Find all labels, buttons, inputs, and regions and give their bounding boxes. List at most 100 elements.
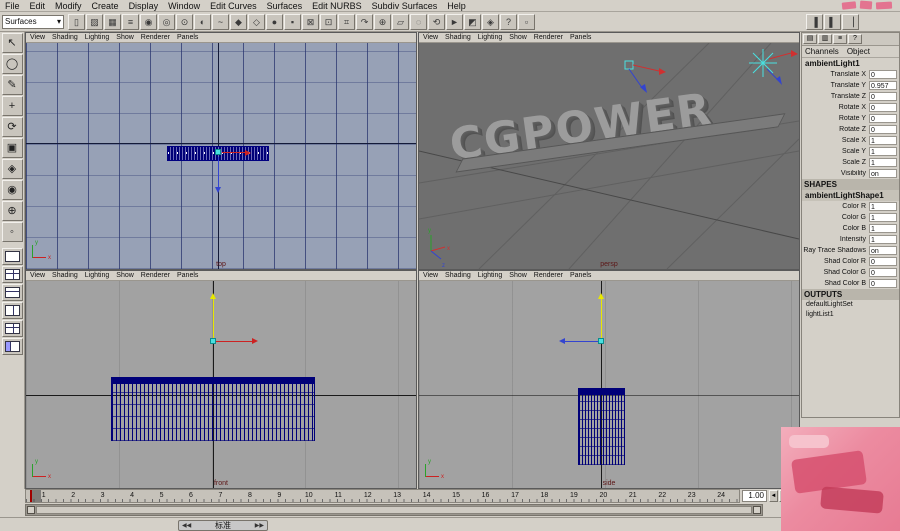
channel-value-field[interactable]: 1 <box>869 147 897 156</box>
viewport-menu-item[interactable]: Renderer <box>141 33 170 43</box>
output-node[interactable]: lightList1 <box>802 310 899 320</box>
menu-item[interactable]: Window <box>163 0 205 12</box>
save-scene-icon[interactable]: ▦ <box>104 13 121 30</box>
viewport-front-canvas[interactable]: x y front <box>26 281 416 488</box>
channel-row[interactable]: Rotate X 0 <box>802 102 899 113</box>
viewport-menu-item[interactable]: View <box>30 271 45 281</box>
menu-item[interactable]: Edit <box>25 0 51 12</box>
manip-x-arrow[interactable] <box>222 152 245 153</box>
channel-label[interactable]: Rotate Z <box>802 126 869 133</box>
manip-z-arrow[interactable] <box>218 157 219 187</box>
mask-surfaces-icon[interactable]: ◆ <box>230 13 247 30</box>
viewport-menu-item[interactable]: Panels <box>570 271 591 281</box>
channel-value-field[interactable]: 0 <box>869 125 897 134</box>
channel-value-field[interactable]: 0.957 <box>869 81 897 90</box>
channel-value-field[interactable]: 1 <box>869 158 897 167</box>
object-menu[interactable]: Object <box>847 47 870 56</box>
construction-history-icon[interactable]: ⟲ <box>428 13 445 30</box>
select-tool[interactable]: ↖ <box>1 33 23 53</box>
player-quality-label[interactable]: 标准 <box>215 521 231 531</box>
video-player-overlay[interactable]: ◀◀ 标准 ▶▶ <box>178 520 268 531</box>
select-hierarchy-icon[interactable]: ≡ <box>122 13 139 30</box>
viewport-menu-item[interactable]: Shading <box>445 271 471 281</box>
time-slider[interactable]: 1 2 3 4 5 6 7 8 9 10 11 12 13 14 15 16 17 18 19 20 21 22 23 24 <box>25 489 740 503</box>
toggle-channel-box-icon[interactable]: ▕ <box>842 14 859 30</box>
channel-value-field[interactable]: 0 <box>869 279 897 288</box>
channel-label[interactable]: Color G <box>802 214 869 221</box>
channel-label[interactable]: Scale Y <box>802 148 869 155</box>
channel-label[interactable]: Scale X <box>802 137 869 144</box>
channel-label[interactable]: Scale Z <box>802 159 869 166</box>
channel-box-tab-icon[interactable]: ▤ <box>803 34 817 44</box>
channel-options-icon[interactable]: ? <box>848 34 862 44</box>
viewport-menu-item[interactable]: View <box>30 33 45 43</box>
viewport-menu-item[interactable]: Shading <box>445 33 471 43</box>
channel-row[interactable]: Ray Trace Shadows on <box>802 245 899 256</box>
channel-value-field[interactable]: 1 <box>869 235 897 244</box>
channel-value-field[interactable]: 0 <box>869 70 897 79</box>
range-start-handle[interactable] <box>27 506 35 514</box>
channels-menu[interactable]: Channels <box>805 47 839 56</box>
model-wireframe-front[interactable] <box>111 384 315 441</box>
field-entry-icon[interactable]: ▫ <box>518 13 535 30</box>
mask-misc-icon[interactable]: ▪ <box>284 13 301 30</box>
channel-label[interactable]: Rotate X <box>802 104 869 111</box>
quick-help-icon[interactable]: ? <box>500 13 517 30</box>
layout-single-button[interactable] <box>1 248 23 265</box>
ambient-light-gizmo[interactable] <box>624 60 666 93</box>
snap-point-icon[interactable]: ⊕ <box>374 13 391 30</box>
lasso-tool[interactable]: ◯ <box>1 54 23 74</box>
play-backwards-button[interactable]: ◄ <box>769 490 778 502</box>
channel-row[interactable]: Scale Z 1 <box>802 157 899 168</box>
player-prev-button[interactable]: ◀◀ <box>182 522 191 529</box>
channel-value-field[interactable]: on <box>869 169 897 178</box>
channel-label[interactable]: Color R <box>802 203 869 210</box>
channel-label[interactable]: Translate X <box>802 71 869 78</box>
channel-row[interactable]: Visibility on <box>802 168 899 179</box>
viewport-menu-item[interactable]: Show <box>509 271 527 281</box>
viewport-menu-item[interactable]: Renderer <box>141 271 170 281</box>
channel-label[interactable]: Translate Z <box>802 93 869 100</box>
current-frame-field[interactable]: 1.00 <box>742 490 767 502</box>
viewport-menu-item[interactable]: View <box>423 33 438 43</box>
menu-item[interactable]: Display <box>124 0 164 12</box>
highlight-selection-icon[interactable]: ⊡ <box>320 13 337 30</box>
menu-item[interactable]: Help <box>442 0 471 12</box>
ipr-render-icon[interactable]: ◩ <box>464 13 481 30</box>
layout-four-button[interactable] <box>1 266 23 283</box>
manip-y-arrow[interactable] <box>213 299 214 341</box>
viewport-menu-item[interactable]: Lighting <box>85 271 110 281</box>
layout-two-side-button[interactable] <box>1 302 23 319</box>
menu-item[interactable]: Surfaces <box>262 0 308 12</box>
manip-tool[interactable]: ◈ <box>1 159 23 179</box>
rotate-tool[interactable]: ⟳ <box>1 117 23 137</box>
layout-two-stacked-button[interactable] <box>1 284 23 301</box>
current-time-marker[interactable] <box>30 490 41 502</box>
model-wireframe-cap[interactable] <box>111 377 315 384</box>
menu-item[interactable]: Subdiv Surfaces <box>367 0 443 12</box>
move-tool[interactable]: + <box>1 96 23 116</box>
range-bar[interactable] <box>36 506 752 514</box>
menu-item[interactable]: Modify <box>50 0 87 12</box>
channel-value-field[interactable]: 0 <box>869 257 897 266</box>
mask-rendering-icon[interactable]: ● <box>266 13 283 30</box>
viewport-menu-item[interactable]: Lighting <box>478 33 503 43</box>
channel-value-field[interactable]: 0 <box>869 92 897 101</box>
viewport-persp-canvas[interactable]: x y z CGPOWER persp <box>419 43 799 269</box>
channel-row[interactable]: Rotate Y 0 <box>802 113 899 124</box>
manip-center-handle[interactable] <box>215 149 221 155</box>
channel-row[interactable]: Rotate Z 0 <box>802 124 899 135</box>
model-wireframe-cap[interactable] <box>578 388 625 395</box>
manip-center-handle[interactable] <box>598 338 604 344</box>
layout-three-button[interactable] <box>1 320 23 337</box>
channel-label[interactable]: Color B <box>802 225 869 232</box>
viewport-menu-item[interactable]: Show <box>116 271 134 281</box>
viewport-top-canvas[interactable]: x y top <box>26 43 416 269</box>
shape-node-name[interactable]: ambientLightShape1 <box>802 190 899 201</box>
viewport-menu-item[interactable]: Shading <box>52 33 78 43</box>
channel-row[interactable]: Scale X 1 <box>802 135 899 146</box>
model-wireframe-side[interactable] <box>578 395 625 465</box>
new-scene-icon[interactable]: ▯ <box>68 13 85 30</box>
select-object-icon[interactable]: ◉ <box>140 13 157 30</box>
channel-row[interactable]: Intensity 1 <box>802 234 899 245</box>
